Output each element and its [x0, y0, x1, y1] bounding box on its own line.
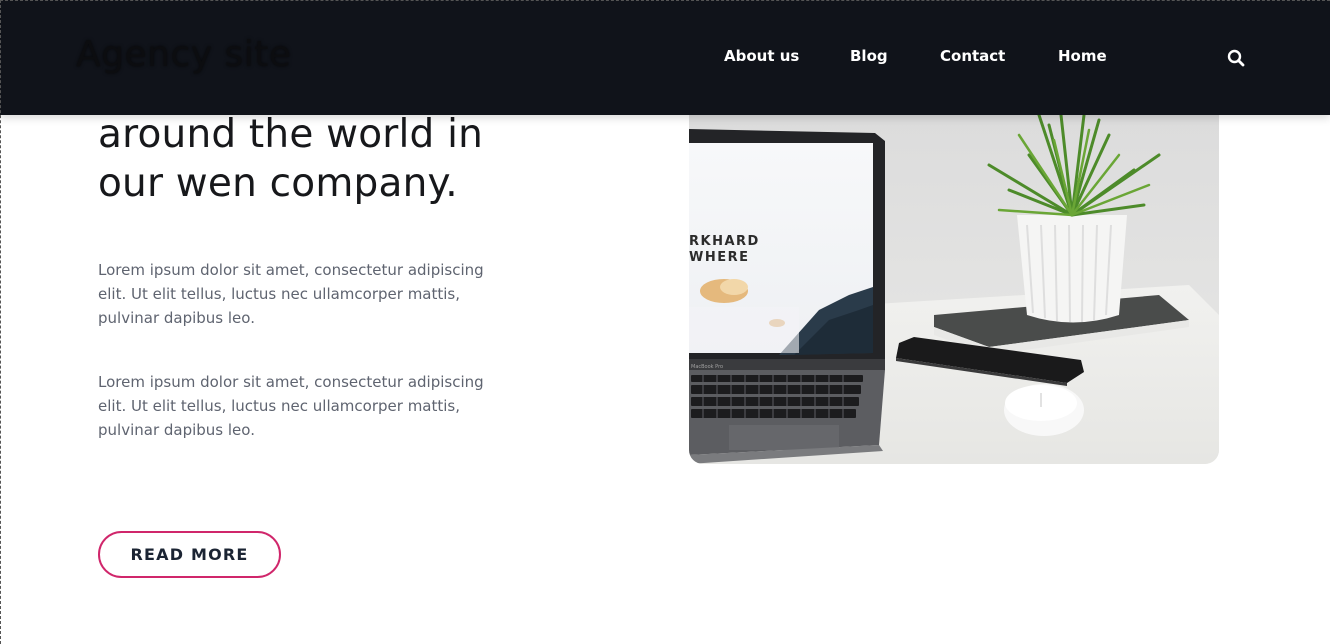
hero-image-laptop-desk: RKHARD WHERE MacBook Pro	[689, 115, 1219, 464]
search-icon	[1227, 49, 1245, 67]
hero-title-line: our wen company.	[98, 161, 458, 206]
paragraph-line: Lorem ipsum dolor sit amet, consectetur …	[98, 373, 484, 391]
nav-item-blog[interactable]: Blog	[850, 47, 888, 65]
nav-item-home[interactable]: Home	[1058, 47, 1107, 65]
hero-title: around the world in our wen company.	[98, 110, 598, 208]
hero-paragraph-2: Lorem ipsum dolor sit amet, consectetur …	[98, 370, 538, 442]
hero-title-line: around the world in	[98, 112, 484, 157]
paragraph-line: Lorem ipsum dolor sit amet, consectetur …	[98, 261, 484, 279]
paragraph-line: pulvinar dapibus leo.	[98, 421, 255, 439]
screen-text-line: WHERE	[689, 250, 750, 265]
nav-item-contact[interactable]: Contact	[940, 47, 1005, 65]
search-button[interactable]	[1226, 48, 1246, 68]
hero-paragraph-1: Lorem ipsum dolor sit amet, consectetur …	[98, 258, 538, 330]
site-logo[interactable]: Agency site	[76, 34, 292, 75]
paragraph-line: elit. Ut elit tellus, luctus nec ullamco…	[98, 397, 461, 415]
paragraph-line: pulvinar dapibus leo.	[98, 309, 255, 327]
hero-illustration: RKHARD WHERE MacBook Pro	[689, 115, 1219, 464]
paragraph-line: elit. Ut elit tellus, luctus nec ullamco…	[98, 285, 461, 303]
site-header: Agency site About us Blog Contact Home	[0, 0, 1330, 115]
read-more-button[interactable]: READ MORE	[98, 531, 281, 578]
laptop-model-label: MacBook Pro	[691, 364, 723, 370]
nav-item-about-us[interactable]: About us	[724, 47, 799, 65]
screen-text-line: RKHARD	[689, 234, 760, 249]
